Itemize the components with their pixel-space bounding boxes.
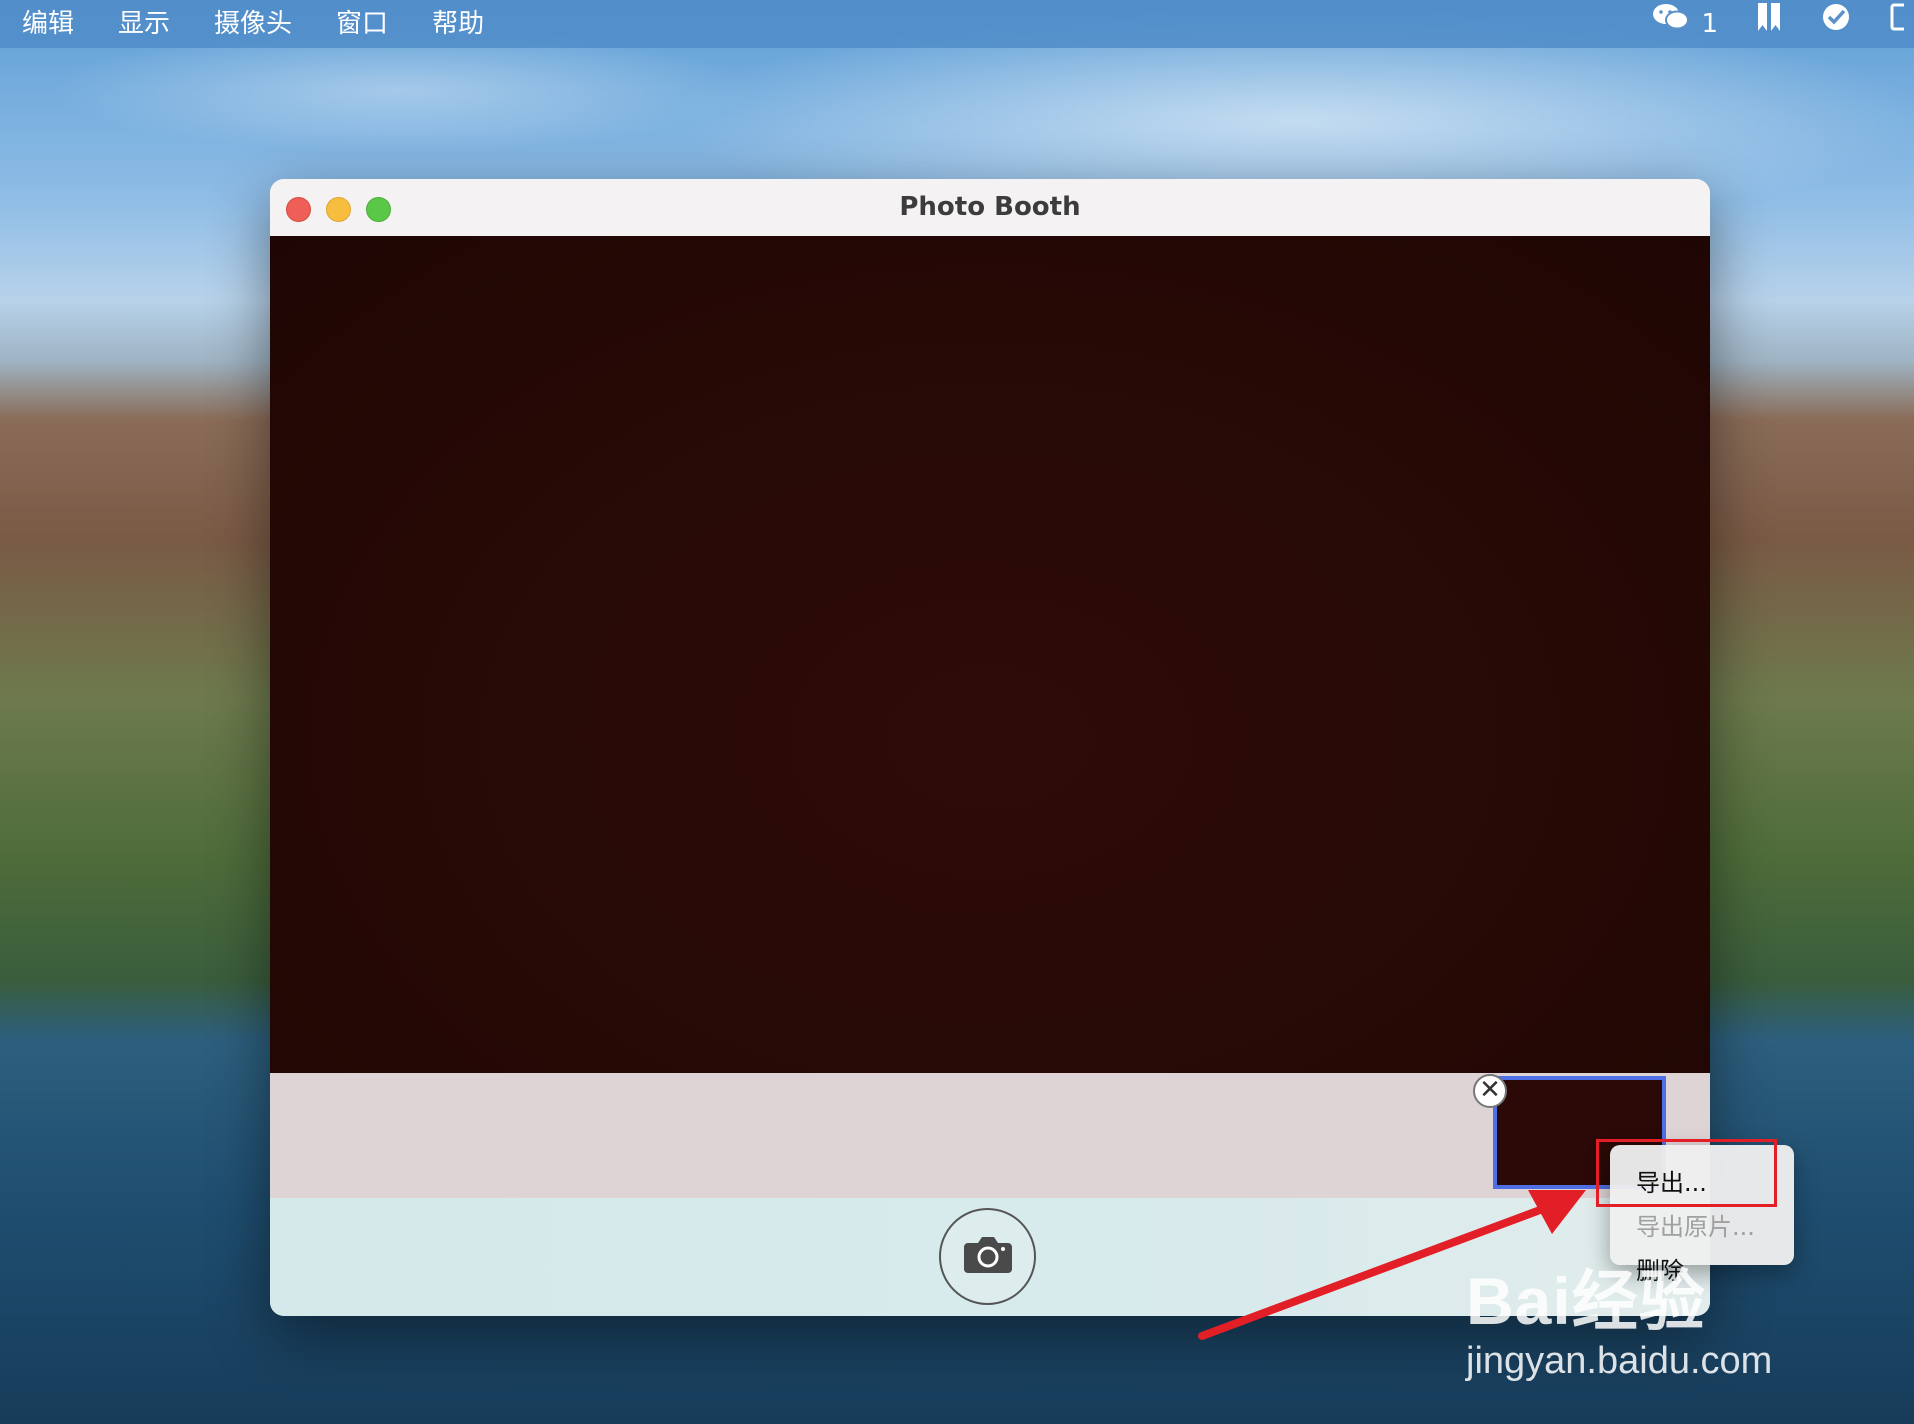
watermark: Bai经验 jingyan.baidu.com [1466, 1248, 1772, 1382]
watermark-brand: Bai经验 [1466, 1264, 1706, 1338]
annotation-arrow [1198, 1190, 1586, 1340]
watermark-url: jingyan.baidu.com [1466, 1340, 1773, 1382]
